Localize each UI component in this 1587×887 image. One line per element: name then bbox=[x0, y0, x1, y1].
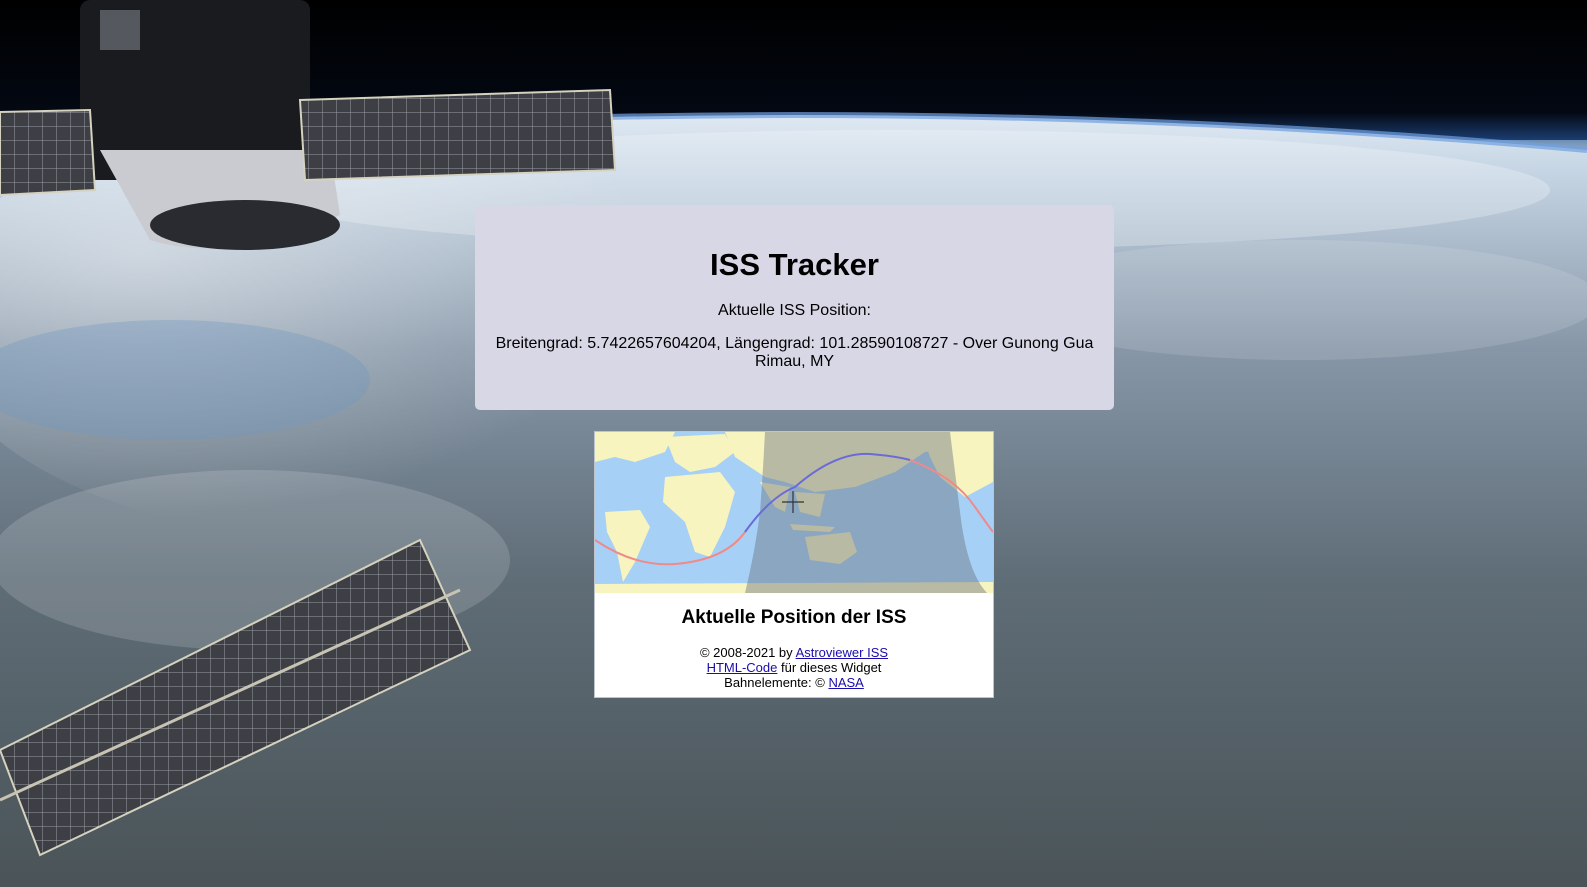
orbit-elements-line: Bahnelemente: © NASA bbox=[595, 675, 993, 690]
nasa-link[interactable]: NASA bbox=[828, 675, 863, 690]
iss-info-card: ISS Tracker Aktuelle ISS Position: Breit… bbox=[475, 205, 1114, 410]
astroviewer-link[interactable]: Astroviewer ISS bbox=[796, 645, 888, 660]
night-shade-graphic bbox=[745, 432, 987, 593]
world-map-graphic bbox=[595, 432, 993, 593]
html-code-link[interactable]: HTML-Code bbox=[707, 660, 778, 675]
html-code-suffix: für dieses Widget bbox=[780, 660, 882, 675]
copyright-line: © 2008-2021 by Astroviewer ISS bbox=[595, 645, 993, 660]
copyright-prefix: © 2008-2021 by bbox=[699, 645, 793, 660]
page-title: ISS Tracker bbox=[710, 247, 879, 282]
html-code-line: HTML-Code für dieses Widget bbox=[595, 660, 993, 675]
widget-caption: Aktuelle Position der ISS bbox=[681, 607, 907, 628]
world-map[interactable] bbox=[595, 432, 993, 593]
coordinates-text: Breitengrad: 5.7422657604204, Längengrad… bbox=[495, 335, 1094, 370]
position-label: Aktuelle ISS Position: bbox=[718, 302, 871, 319]
page-background: ISS Tracker Aktuelle ISS Position: Breit… bbox=[0, 0, 1587, 887]
orbit-elements-prefix: Bahnelemente: © bbox=[724, 675, 825, 690]
widget-credits: © 2008-2021 by Astroviewer ISS HTML-Code… bbox=[595, 645, 993, 690]
iss-map-widget: Aktuelle Position der ISS © 2008-2021 by… bbox=[594, 431, 994, 698]
